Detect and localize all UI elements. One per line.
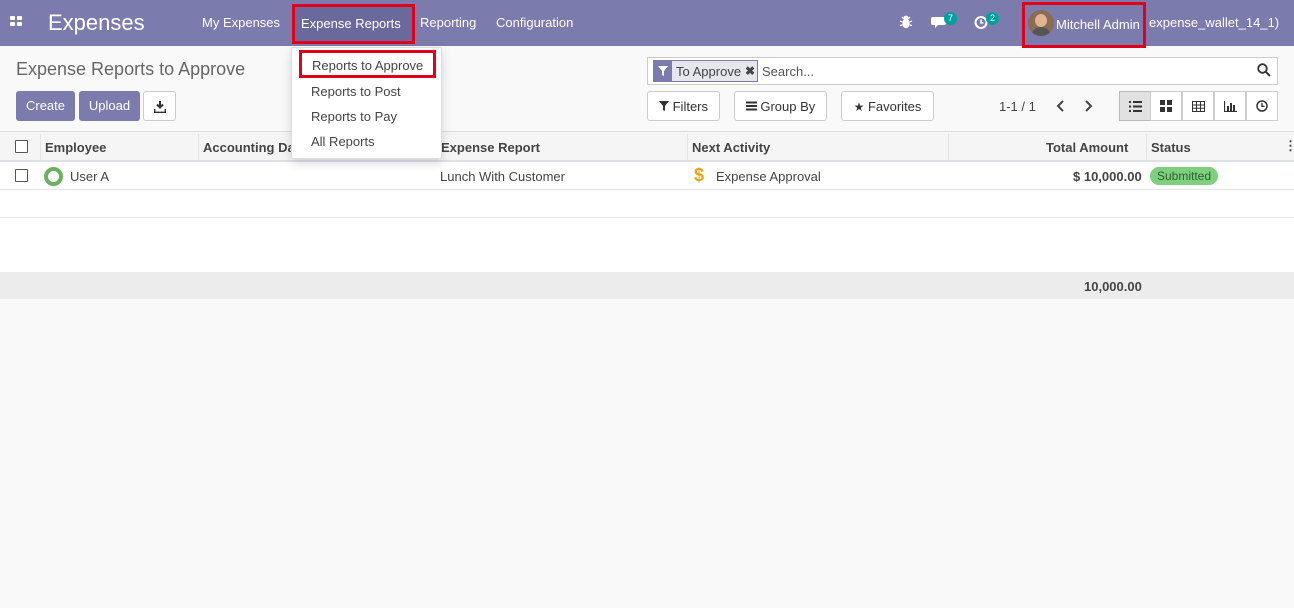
graph-view-button[interactable]: [1214, 91, 1246, 121]
menu-expense-reports-label: Expense Reports: [301, 16, 401, 31]
menu-my-expenses[interactable]: My Expenses: [202, 15, 280, 30]
kanban-view-button[interactable]: [1150, 91, 1182, 121]
list-view-button[interactable]: [1119, 91, 1151, 121]
status-badge: Submitted: [1150, 167, 1219, 185]
top-navbar: Expenses My Expenses Expense Reports Rep…: [0, 0, 1294, 48]
app-title[interactable]: Expenses: [48, 10, 145, 36]
activity-clock-icon: [1256, 100, 1268, 112]
filter-icon: [658, 101, 669, 111]
pivot-view-button[interactable]: [1182, 91, 1214, 121]
star-icon: ★: [853, 100, 865, 114]
empty-row: [0, 245, 1294, 273]
search-icon[interactable]: [1257, 63, 1271, 77]
kanban-view-icon: [1160, 100, 1172, 112]
menu-expense-reports[interactable]: Expense Reports: [292, 4, 415, 44]
column-employee[interactable]: Employee: [45, 140, 106, 155]
empty-row: [0, 218, 1294, 246]
empty-row: [0, 190, 1294, 218]
filters-button[interactable]: Filters: [647, 91, 720, 121]
user-name: Mitchell Admin: [1056, 17, 1140, 32]
create-button[interactable]: Create: [16, 91, 75, 121]
favorites-button-label: Favorites: [867, 99, 922, 114]
search-facet-label: To Approve: [676, 63, 742, 79]
search-facet-to-approve[interactable]: To Approve ✖: [653, 60, 759, 82]
dropdown-item-reports-to-post[interactable]: Reports to Post: [311, 84, 401, 99]
select-all-checkbox[interactable]: [15, 140, 28, 153]
debug-bug-icon[interactable]: [899, 14, 913, 30]
upload-button[interactable]: Upload: [79, 91, 140, 121]
facet-remove-icon[interactable]: ✖: [745, 64, 757, 78]
page-title: Expense Reports to Approve: [16, 59, 246, 79]
list-view-icon: [1128, 100, 1142, 112]
dropdown-item-all-reports[interactable]: All Reports: [311, 134, 375, 149]
group-by-button[interactable]: Group By: [734, 91, 827, 121]
filters-button-label: Filters: [672, 99, 708, 114]
column-expense-report[interactable]: Expense Report: [441, 140, 540, 155]
cell-total-amount: $ 10,000.00: [1073, 169, 1142, 184]
dropdown-item-reports-to-approve[interactable]: Reports to Approve: [299, 50, 436, 78]
download-icon: [153, 101, 166, 114]
employee-avatar: [44, 167, 63, 186]
table-footer-total: 10,000.00: [0, 272, 1294, 299]
table-header: Employee Accounting Da Expense Report Ne…: [0, 131, 1294, 162]
optional-columns-icon[interactable]: ⋮: [1284, 138, 1294, 154]
favorites-button[interactable]: ★ Favorites: [841, 91, 934, 121]
download-button[interactable]: [143, 91, 176, 121]
messages-count-badge: 7: [944, 12, 957, 25]
user-avatar: [1028, 10, 1054, 36]
cell-next-activity[interactable]: Expense Approval: [716, 169, 821, 184]
search-input[interactable]: [762, 62, 1242, 80]
dropdown-item-reports-to-pay[interactable]: Reports to Pay: [311, 109, 397, 124]
pager-previous-icon[interactable]: [1055, 99, 1067, 113]
pager-next-icon[interactable]: [1082, 99, 1094, 113]
bar-chart-icon: [1223, 100, 1237, 112]
column-next-activity[interactable]: Next Activity: [692, 140, 770, 155]
filter-facet-icon: [654, 61, 672, 81]
search-bar: To Approve ✖: [647, 57, 1278, 85]
pager-value[interactable]: 1-1 / 1: [999, 99, 1036, 114]
total-amount-sum: 10,000.00: [1084, 279, 1142, 294]
column-accounting-date[interactable]: Accounting Da: [203, 140, 295, 155]
cell-expense-report: Lunch With Customer: [440, 169, 565, 184]
group-by-button-label: Group By: [760, 99, 816, 114]
expense-reports-dropdown: Reports to Approve Reports to Post Repor…: [291, 47, 442, 159]
column-status[interactable]: Status: [1151, 140, 1191, 155]
user-menu[interactable]: Mitchell Admin: [1022, 2, 1146, 48]
menu-reporting[interactable]: Reporting: [420, 15, 476, 30]
activity-view-button[interactable]: [1246, 91, 1278, 121]
column-total-amount[interactable]: Total Amount: [1046, 140, 1128, 155]
activities-count-badge: 2: [986, 12, 999, 25]
list-bars-icon: [745, 101, 757, 111]
menu-configuration[interactable]: Configuration: [496, 15, 573, 30]
database-name: expense_wallet_14_1): [1149, 15, 1280, 30]
apps-menu-icon[interactable]: [10, 16, 23, 28]
dollar-activity-icon[interactable]: $: [694, 165, 704, 186]
row-checkbox[interactable]: [15, 169, 28, 182]
cell-employee: User A: [70, 169, 110, 184]
table-row[interactable]: User A Lunch With Customer $ Expense App…: [0, 162, 1294, 190]
dropdown-item-label: Reports to Approve: [312, 58, 424, 73]
pivot-table-icon: [1191, 100, 1205, 112]
